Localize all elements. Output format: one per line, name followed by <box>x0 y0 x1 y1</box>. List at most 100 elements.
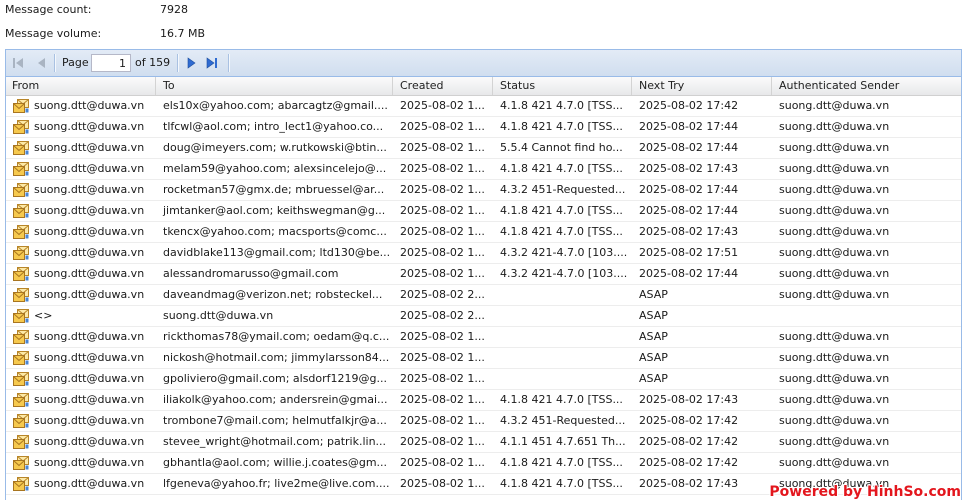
message-row[interactable]: suong.dtt@duwa.vn alessandromarusso@gmai… <box>6 264 961 285</box>
message-row[interactable]: suong.dtt@duwa.vn nickosh@hotmail.com; j… <box>6 348 961 369</box>
message-row[interactable]: suong.dtt@duwa.vn doug@imeyers.com; w.ru… <box>6 138 961 159</box>
from-cell: suong.dtt@duwa.vn <box>6 285 156 305</box>
next-try-cell: 2025-08-02 17:43 <box>639 225 739 238</box>
column-header-from[interactable]: From <box>6 77 156 95</box>
from-value: <> <box>34 309 53 322</box>
to-cell: tlfcwl@aol.com; intro_lect1@yahoo.co... <box>163 120 384 133</box>
created-cell: 2025-08-02 1... <box>400 267 485 280</box>
created-cell: 2025-08-02 1... <box>400 99 485 112</box>
to-cell: melam59@yahoo.com; alexsincelejo@... <box>163 162 387 175</box>
status-cell: 4.1.8 421 4.7.0 [TSS... <box>500 477 623 490</box>
next-try-cell: 2025-08-02 17:51 <box>639 246 739 259</box>
message-row[interactable]: suong.dtt@duwa.vn davidblake113@gmail.co… <box>6 243 961 264</box>
message-row[interactable]: suong.dtt@duwa.vn tlfcwl@aol.com; intro_… <box>6 117 961 138</box>
prev-page-button[interactable] <box>34 55 50 71</box>
status-cell: 4.1.1 451 4.7.651 Th... <box>500 435 626 448</box>
mail-envelope-icon <box>13 183 29 197</box>
column-header-status[interactable]: Status <box>493 77 632 95</box>
message-row[interactable]: suong.dtt@duwa.vn rocketman57@gmx.de; mb… <box>6 180 961 201</box>
authenticated-sender-cell: suong.dtt@duwa.vn <box>779 456 890 469</box>
message-queue-grid: Page of 159 From To Created Status Next … <box>5 49 962 500</box>
mail-envelope-icon <box>13 477 29 491</box>
next-try-cell: ASAP <box>639 309 668 322</box>
status-cell <box>493 348 632 368</box>
message-row[interactable]: suong.dtt@duwa.vn els10x@yahoo.com; abar… <box>6 96 961 117</box>
last-page-icon <box>206 57 218 69</box>
of-label: of <box>135 56 146 69</box>
next-try-cell: 2025-08-02 17:44 <box>639 204 739 217</box>
last-page-button[interactable] <box>204 55 220 71</box>
column-header-authenticated-sender[interactable]: Authenticated Sender <box>772 77 961 95</box>
message-row[interactable]: suong.dtt@duwa.vn trombone7@mail.com; he… <box>6 411 961 432</box>
mail-envelope-icon <box>13 99 29 113</box>
message-row[interactable]: suong.dtt@duwa.vn iliakolk@yahoo.com; an… <box>6 390 961 411</box>
from-cell: suong.dtt@duwa.vn <box>6 159 156 179</box>
message-row[interactable]: suong.dtt@duwa.vn gpoliviero@gmail.com; … <box>6 369 961 390</box>
status-cell: 4.3.2 451-Requested... <box>500 414 626 427</box>
status-cell: 4.1.8 421 4.7.0 [TSS... <box>500 99 623 112</box>
to-cell: rocketman57@gmx.de; mbruessel@ar... <box>163 183 385 196</box>
authenticated-sender-cell: suong.dtt@duwa.vn <box>779 204 890 217</box>
message-grid-body: suong.dtt@duwa.vn els10x@yahoo.com; abar… <box>6 96 961 495</box>
from-value: suong.dtt@duwa.vn <box>34 477 145 490</box>
from-cell: suong.dtt@duwa.vn <box>6 453 156 473</box>
created-cell: 2025-08-02 2... <box>400 309 485 322</box>
from-value: suong.dtt@duwa.vn <box>34 330 145 343</box>
from-value: suong.dtt@duwa.vn <box>34 267 145 280</box>
next-try-cell: 2025-08-02 17:43 <box>639 477 739 490</box>
message-row[interactable]: suong.dtt@duwa.vn daveandmag@verizon.net… <box>6 285 961 306</box>
message-row[interactable]: suong.dtt@duwa.vn gbhantla@aol.com; will… <box>6 453 961 474</box>
to-cell: els10x@yahoo.com; abarcagtz@gmail.... <box>163 99 388 112</box>
mail-envelope-icon <box>13 204 29 218</box>
to-cell: nickosh@hotmail.com; jimmylarsson84... <box>163 351 390 364</box>
created-cell: 2025-08-02 2... <box>400 288 485 301</box>
created-cell: 2025-08-02 1... <box>400 183 485 196</box>
from-value: suong.dtt@duwa.vn <box>34 162 145 175</box>
page-number-input[interactable] <box>91 54 131 72</box>
from-cell: suong.dtt@duwa.vn <box>6 390 156 410</box>
authenticated-sender-cell: suong.dtt@duwa.vn <box>779 372 890 385</box>
created-cell: 2025-08-02 1... <box>400 225 485 238</box>
from-cell: <> <box>6 306 156 326</box>
from-value: suong.dtt@duwa.vn <box>34 225 145 238</box>
next-try-cell: ASAP <box>639 330 668 343</box>
column-header-next-try[interactable]: Next Try <box>632 77 772 95</box>
message-row[interactable]: suong.dtt@duwa.vn jimtanker@aol.com; kei… <box>6 201 961 222</box>
message-row[interactable]: <> suong.dtt@duwa.vn 2025-08-02 2... ASA… <box>6 306 961 327</box>
authenticated-sender-cell: suong.dtt@duwa.vn <box>779 414 890 427</box>
message-row[interactable]: suong.dtt@duwa.vn rickthomas78@ymail.com… <box>6 327 961 348</box>
to-cell: lfgeneva@yahoo.fr; live2me@live.com.... <box>163 477 390 490</box>
from-value: suong.dtt@duwa.vn <box>34 393 145 406</box>
next-try-cell: 2025-08-02 17:42 <box>639 435 739 448</box>
to-cell: rickthomas78@ymail.com; oedam@q.c... <box>163 330 390 343</box>
from-value: suong.dtt@duwa.vn <box>34 456 145 469</box>
from-cell: suong.dtt@duwa.vn <box>6 264 156 284</box>
message-row[interactable]: suong.dtt@duwa.vn tkencx@yahoo.com; macs… <box>6 222 961 243</box>
from-cell: suong.dtt@duwa.vn <box>6 243 156 263</box>
toolbar-separator <box>228 54 230 72</box>
from-value: suong.dtt@duwa.vn <box>34 183 145 196</box>
mail-envelope-icon <box>13 456 29 470</box>
mail-envelope-icon <box>13 267 29 281</box>
from-cell: suong.dtt@duwa.vn <box>6 201 156 221</box>
message-row[interactable]: suong.dtt@duwa.vn melam59@yahoo.com; ale… <box>6 159 961 180</box>
message-row[interactable]: suong.dtt@duwa.vn stevee_wright@hotmail.… <box>6 432 961 453</box>
from-value: suong.dtt@duwa.vn <box>34 372 145 385</box>
created-cell: 2025-08-02 1... <box>400 414 485 427</box>
next-page-button[interactable] <box>184 55 200 71</box>
first-page-button[interactable] <box>10 55 26 71</box>
column-header-to[interactable]: To <box>156 77 393 95</box>
created-cell: 2025-08-02 1... <box>400 204 485 217</box>
status-cell <box>493 369 632 389</box>
first-page-icon <box>12 57 24 69</box>
status-cell: 4.1.8 421 4.7.0 [TSS... <box>500 204 623 217</box>
watermark: Powered by HinhSo.com <box>769 484 961 500</box>
next-try-cell: 2025-08-02 17:42 <box>639 456 739 469</box>
created-cell: 2025-08-02 1... <box>400 330 485 343</box>
to-cell: iliakolk@yahoo.com; andersrein@gmai... <box>163 393 388 406</box>
mail-envelope-icon <box>13 120 29 134</box>
column-header-row: From To Created Status Next Try Authenti… <box>6 77 961 96</box>
column-header-created[interactable]: Created <box>393 77 493 95</box>
message-volume-label: Message volume: <box>5 27 102 40</box>
mail-envelope-icon <box>13 141 29 155</box>
